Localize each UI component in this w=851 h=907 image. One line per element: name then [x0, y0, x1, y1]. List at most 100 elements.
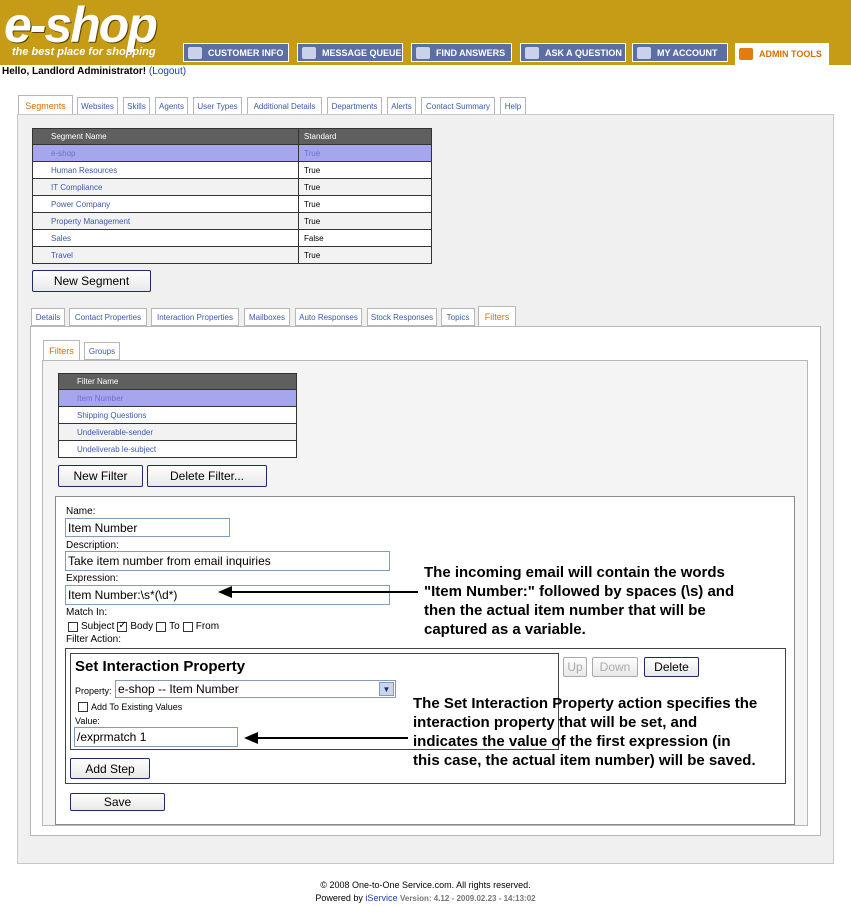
segment-name[interactable]: Sales [32, 229, 299, 247]
tab-alerts[interactable]: Alerts [387, 97, 416, 115]
nav-my-account[interactable]: MY ACCOUNT [632, 43, 728, 62]
logo-text: e-shop [4, 0, 158, 53]
table-row[interactable]: Sales False [32, 229, 432, 247]
segment-standard: False [298, 229, 432, 247]
value-field[interactable]: /exprmatch 1 [74, 727, 238, 747]
table-row[interactable]: Travel True [32, 246, 432, 264]
property-select[interactable]: e-shop -- Item Number ▼ [115, 680, 396, 698]
nav-label: ADMIN TOOLS [759, 49, 822, 59]
nav-ask-a-question[interactable]: ASK A QUESTION [520, 43, 626, 62]
nav-label: CUSTOMER INFO [208, 47, 284, 58]
tab-user-types[interactable]: User Types [193, 97, 242, 115]
body-label: Body [130, 621, 154, 632]
filters-table: Filter Name Item Number Shipping Questio… [58, 373, 297, 458]
iservice-link[interactable]: iService [365, 893, 397, 903]
match-in-label: Match In: [66, 607, 108, 618]
tab-filters[interactable]: Filters [478, 306, 516, 327]
property-value: e-shop -- Item Number [118, 682, 239, 696]
new-filter-button[interactable]: New Filter [58, 465, 143, 487]
segment-name[interactable]: Travel [32, 246, 299, 264]
footer-powered: Powered by iService Version: 4.12 - 2009… [0, 893, 851, 903]
column-header[interactable]: Standard [298, 128, 432, 145]
chevron-down-icon[interactable]: ▼ [379, 682, 394, 696]
queue-icon [302, 46, 316, 59]
new-segment-button[interactable]: New Segment [32, 270, 151, 292]
segment-name[interactable]: Power Company [32, 195, 299, 213]
subject-label: Subject [81, 621, 115, 632]
tab-topics[interactable]: Topics [441, 308, 475, 326]
segment-name[interactable]: e-shop [32, 144, 299, 162]
down-button[interactable]: Down [592, 657, 638, 677]
nav-find-answers[interactable]: FIND ANSWERS [411, 43, 512, 62]
description-field[interactable]: Take item number from email inquiries [65, 551, 390, 571]
tab-interaction-properties[interactable]: Interaction Properties [151, 308, 239, 326]
tab-segments[interactable]: Segments [18, 95, 73, 116]
save-button[interactable]: Save [70, 793, 165, 811]
name-label: Name: [66, 506, 96, 517]
tab-contact-properties[interactable]: Contact Properties [69, 308, 147, 326]
question-icon [525, 46, 539, 59]
table-row[interactable]: e-shop True [32, 144, 432, 162]
expression-arrow [218, 586, 418, 598]
add-step-button[interactable]: Add Step [70, 758, 150, 779]
tab-mailboxes[interactable]: Mailboxes [244, 308, 290, 326]
filter-name[interactable]: Undeliverable-sender [58, 423, 297, 441]
to-checkbox[interactable] [156, 621, 167, 632]
filter-name[interactable]: Shipping Questions [58, 406, 297, 424]
tab-agents[interactable]: Agents [155, 97, 188, 115]
tab-auto-responses[interactable]: Auto Responses [295, 308, 362, 326]
nav-label: FIND ANSWERS [436, 47, 506, 58]
table-row[interactable]: Human Resources True [32, 161, 432, 179]
body-checkbox[interactable] [117, 620, 128, 632]
footer-copyright: © 2008 One-to-One Service.com. All right… [320, 880, 531, 890]
tab-departments[interactable]: Departments [327, 97, 382, 115]
subject-checkbox[interactable] [68, 621, 78, 632]
delete-filter-button[interactable]: Delete Filter... [147, 465, 267, 487]
name-field[interactable]: Item Number [65, 518, 230, 537]
filter-name[interactable]: Undeliverab le-subject [58, 440, 297, 458]
table-row[interactable]: Power Company True [32, 195, 432, 213]
eshop-logo[interactable]: e-shop the best place for shopping [4, 0, 158, 58]
version-text: Version: 4.12 - 2009.02.23 - 14:13:02 [399, 894, 536, 903]
column-header[interactable]: Segment Name [32, 128, 299, 145]
nav-admin-tools[interactable]: ADMIN TOOLS [735, 43, 829, 65]
delete-step-button[interactable]: Delete [644, 657, 699, 677]
segment-name[interactable]: Human Resources [32, 161, 299, 179]
tab-contact-summary[interactable]: Contact Summary [421, 97, 495, 115]
table-row[interactable]: Undeliverable-sender [58, 423, 297, 441]
tab-additional-details[interactable]: Additional Details [247, 97, 322, 115]
tab-groups[interactable]: Groups [84, 342, 120, 360]
add-existing-option: Add To Existing Values [78, 702, 182, 712]
account-icon [637, 46, 651, 59]
segment-name[interactable]: IT Compliance [32, 178, 299, 196]
tab-websites[interactable]: Websites [77, 97, 118, 115]
table-row[interactable]: Undeliverab le-subject [58, 440, 297, 458]
table-row[interactable]: Item Number [58, 389, 297, 407]
filter-name[interactable]: Item Number [58, 389, 297, 407]
nav-customer-info[interactable]: CUSTOMER INFO [183, 43, 289, 62]
segment-standard: True [298, 144, 432, 162]
logout-link[interactable]: (Logout) [149, 66, 186, 77]
nav-label: MESSAGE QUEUE [322, 47, 402, 58]
tab-skills[interactable]: Skills [123, 97, 150, 115]
property-label: Property: [75, 686, 112, 696]
from-checkbox[interactable] [182, 621, 193, 632]
segments-table: Segment Name Standard e-shop True Human Re… [32, 128, 432, 264]
table-row[interactable]: Shipping Questions [58, 406, 297, 424]
tab-details[interactable]: Details [31, 308, 65, 326]
tab-filters-list[interactable]: Filters [43, 340, 80, 361]
column-header[interactable]: Filter Name [58, 373, 297, 390]
nav-label: ASK A QUESTION [545, 47, 622, 58]
match-in-options: Subject Body To From [68, 620, 220, 632]
nav-message-queue[interactable]: MESSAGE QUEUE [297, 43, 403, 62]
segment-name[interactable]: Property Management [32, 212, 299, 230]
up-button[interactable]: Up [563, 657, 587, 677]
from-label: From [195, 621, 220, 632]
table-row[interactable]: IT Compliance True [32, 178, 432, 196]
add-existing-checkbox[interactable] [78, 702, 88, 712]
segment-standard: True [298, 178, 432, 196]
tab-help[interactable]: Help [500, 97, 526, 115]
value-arrow [244, 732, 408, 744]
table-row[interactable]: Property Management True [32, 212, 432, 230]
tab-stock-responses[interactable]: Stock Responses [367, 308, 437, 326]
